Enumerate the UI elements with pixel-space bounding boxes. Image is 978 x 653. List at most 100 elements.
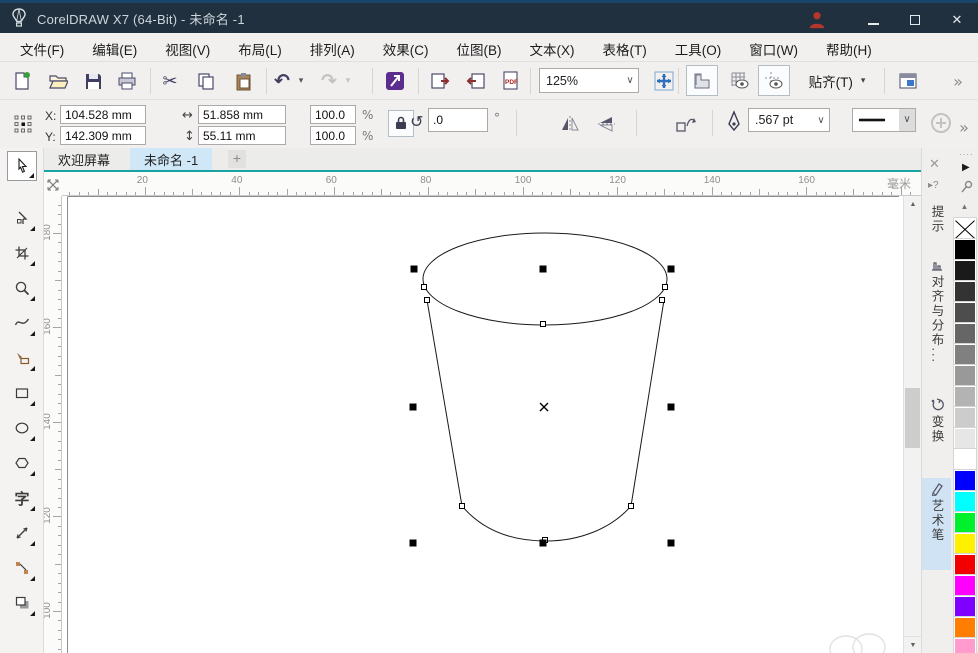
- scale-y-input[interactable]: 100.0: [310, 126, 356, 145]
- tool-rectangle[interactable]: [7, 378, 37, 408]
- swatch-20-black[interactable]: [954, 407, 976, 428]
- publish-pdf-button[interactable]: PDF: [497, 67, 525, 95]
- menu-edit[interactable]: 编辑(E): [78, 35, 151, 63]
- selection-handle[interactable]: [668, 404, 675, 411]
- horizontal-ruler[interactable]: 毫米 20406080100120140160: [62, 172, 921, 196]
- swatch-60-black[interactable]: [954, 323, 976, 344]
- menu-text[interactable]: 文本(X): [516, 35, 589, 63]
- maximize-button[interactable]: [894, 5, 936, 35]
- scroll-up-button[interactable]: ▲: [904, 196, 922, 213]
- selection-handle[interactable]: [668, 266, 675, 273]
- swatch-red[interactable]: [954, 554, 976, 575]
- mirror-horizontal-button[interactable]: [556, 110, 584, 138]
- ruler-origin[interactable]: [44, 172, 62, 196]
- swatch-pink[interactable]: [954, 638, 976, 653]
- swatch-blue[interactable]: [954, 470, 976, 491]
- menu-bitmaps[interactable]: 位图(B): [443, 35, 516, 63]
- swatch-cyan[interactable]: [954, 491, 976, 512]
- docker-tab-artistic-media[interactable]: 艺术笔: [922, 478, 952, 570]
- scrollbar-thumb[interactable]: [905, 388, 920, 448]
- application-launcher-button[interactable]: [381, 67, 409, 95]
- close-button[interactable]: ✕: [936, 5, 978, 35]
- tab-welcome[interactable]: 欢迎屏幕: [44, 148, 124, 170]
- redo-button[interactable]: ↷: [318, 67, 340, 95]
- drawing-canvas[interactable]: [62, 196, 903, 653]
- object-width-input[interactable]: 51.858 mm: [198, 105, 286, 124]
- full-screen-preview-button[interactable]: [650, 67, 678, 95]
- minimize-button[interactable]: [852, 5, 894, 35]
- propbar-overflow-button[interactable]: »: [954, 113, 974, 141]
- zoom-levels-combo[interactable]: 125%∨: [539, 68, 639, 93]
- palette-pin-icon[interactable]: [961, 180, 973, 194]
- toolbar-overflow-button[interactable]: »: [944, 67, 972, 95]
- close-document-button[interactable]: ✕: [929, 156, 940, 172]
- curve-node[interactable]: [422, 285, 427, 290]
- swatch-magenta[interactable]: [954, 575, 976, 596]
- swatch-50-black[interactable]: [954, 344, 976, 365]
- menu-view[interactable]: 视图(V): [151, 35, 224, 63]
- tab-untitled[interactable]: 未命名 -1: [130, 148, 212, 170]
- undo-button[interactable]: ↶: [271, 67, 293, 95]
- swatch-10-black[interactable]: [954, 428, 976, 449]
- tool-shape[interactable]: [7, 203, 37, 233]
- swatch-purple[interactable]: [954, 596, 976, 617]
- cut-button[interactable]: ✂: [156, 67, 184, 95]
- snap-to-dropdown[interactable]: 贴齐(T) ▾: [798, 67, 876, 95]
- add-preset-button[interactable]: [930, 112, 952, 134]
- undo-dropdown[interactable]: ▾: [294, 67, 308, 95]
- selection-handle[interactable]: [540, 540, 547, 547]
- cup-left-side[interactable]: [427, 300, 462, 506]
- scale-x-input[interactable]: 100.0: [310, 105, 356, 124]
- convert-to-curves-button[interactable]: [672, 110, 700, 138]
- swatch-white[interactable]: [954, 449, 976, 470]
- user-account-icon[interactable]: [806, 10, 828, 30]
- menu-file[interactable]: 文件(F): [6, 35, 78, 63]
- palette-scroll-up[interactable]: ▲: [953, 200, 976, 214]
- menu-window[interactable]: 窗口(W): [735, 35, 812, 63]
- mirror-vertical-button[interactable]: [592, 110, 620, 138]
- cup-rim-ellipse[interactable]: [423, 233, 667, 325]
- menu-layout[interactable]: 布局(L): [224, 35, 296, 63]
- line-style-combo[interactable]: ∨: [852, 108, 916, 132]
- tool-parallel-dimension[interactable]: [7, 518, 37, 548]
- curve-node[interactable]: [660, 298, 665, 303]
- import-button[interactable]: [426, 67, 454, 95]
- paste-button[interactable]: [229, 67, 257, 95]
- object-height-input[interactable]: 55.11 mm: [198, 126, 286, 145]
- scroll-down-button[interactable]: ▼: [904, 636, 922, 653]
- x-position-input[interactable]: 104.528 mm: [60, 105, 146, 124]
- vertical-ruler[interactable]: 180160140120100: [44, 196, 62, 653]
- swatch-30-black[interactable]: [954, 386, 976, 407]
- tool-pick[interactable]: [7, 151, 37, 181]
- tool-drop-shadow[interactable]: [7, 588, 37, 618]
- show-guidelines-toggle[interactable]: [758, 65, 790, 96]
- selection-handle[interactable]: [410, 540, 417, 547]
- selection-handle[interactable]: [411, 266, 418, 273]
- tool-zoom[interactable]: [7, 273, 37, 303]
- menu-table[interactable]: 表格(T): [589, 35, 661, 63]
- swatch-black[interactable]: [954, 239, 976, 260]
- new-button[interactable]: [8, 67, 36, 95]
- swatch-orange[interactable]: [954, 617, 976, 638]
- selection-handle[interactable]: [540, 266, 547, 273]
- menu-tools[interactable]: 工具(O): [661, 35, 736, 63]
- swatch-80-black[interactable]: [954, 281, 976, 302]
- rotation-angle-input[interactable]: .0: [428, 108, 488, 132]
- whats-this-button[interactable]: ▸?: [928, 180, 939, 191]
- save-button[interactable]: [79, 67, 107, 95]
- selection-handle[interactable]: [668, 540, 675, 547]
- swatch-none[interactable]: [954, 218, 976, 239]
- swatch-green[interactable]: [954, 512, 976, 533]
- redo-dropdown[interactable]: ▾: [341, 67, 355, 95]
- curve-node[interactable]: [541, 322, 546, 327]
- selection-handle[interactable]: [410, 404, 417, 411]
- swatch-40-black[interactable]: [954, 365, 976, 386]
- options-button[interactable]: [894, 67, 922, 95]
- menu-help[interactable]: 帮助(H): [812, 35, 886, 63]
- palette-flyout-arrow[interactable]: ▶: [962, 162, 970, 173]
- tool-ellipse[interactable]: [7, 413, 37, 443]
- tool-freehand[interactable]: [7, 308, 37, 338]
- swatch-yellow[interactable]: [954, 533, 976, 554]
- menu-arrange[interactable]: 排列(A): [296, 35, 369, 63]
- menu-effects[interactable]: 效果(C): [369, 35, 443, 63]
